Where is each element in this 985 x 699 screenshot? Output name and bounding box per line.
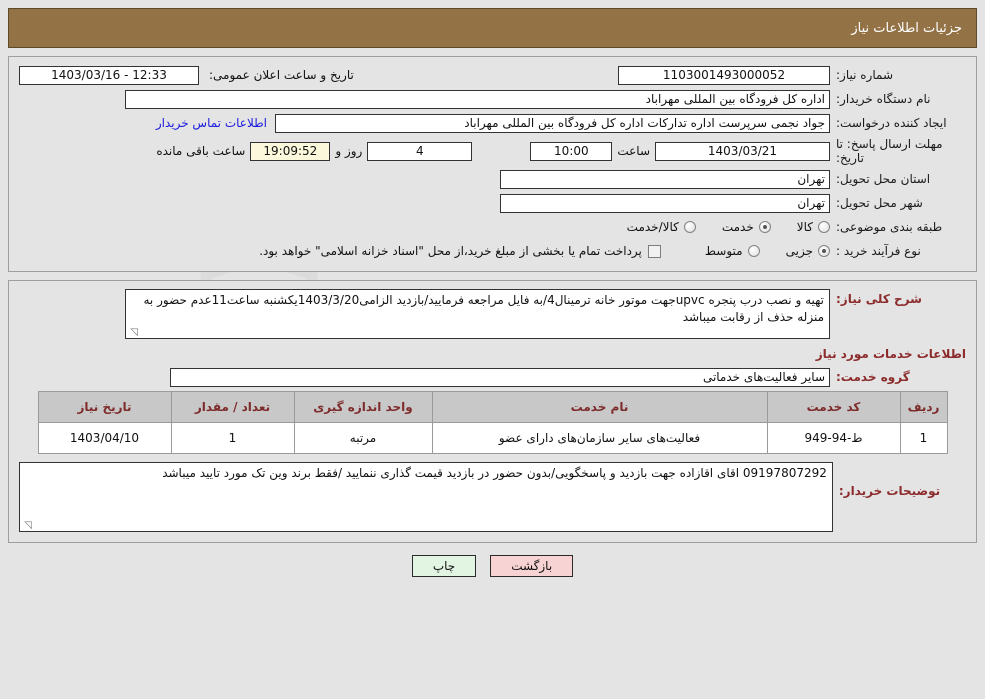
col-quantity: تعداد / مقدار (170, 391, 295, 423)
category-option-goods[interactable]: کالا (797, 220, 830, 234)
service-group-value: سایر فعالیت‌های خدماتی (170, 367, 830, 387)
process-option-medium-label: متوسط (704, 244, 743, 258)
description-panel: شرح کلی نیاز: تهیه و نصب درب پنجره upvcج… (8, 280, 977, 543)
radio-icon[interactable] (818, 221, 830, 233)
col-date: تاریخ نیاز (37, 391, 172, 423)
resize-grip-icon[interactable]: ◹ (128, 328, 138, 338)
col-unit: واحد اندازه گیری (293, 391, 433, 423)
time-remaining-value: 19:09:52 (250, 141, 331, 161)
public-announce-label: تاریخ و ساعت اعلان عمومی: (209, 68, 354, 82)
category-option-goods-service[interactable]: کالا/خدمت (627, 220, 696, 234)
radio-icon[interactable] (747, 245, 760, 257)
province-value: تهران (500, 169, 830, 189)
row-requester: ایجاد کننده درخواست: جواد نجمی سرپرست اد… (19, 113, 966, 133)
table-row: 1 ط-94-949 فعالیت‌های سایر سازمان‌های دا… (37, 422, 948, 454)
print-button[interactable]: چاپ (411, 555, 477, 577)
row-deadline: مهلت ارسال پاسخ: تا تاریخ: 1403/03/21 سا… (19, 137, 966, 165)
treasury-checkbox-row[interactable]: پرداخت تمام یا بخشی از مبلغ خرید،از محل … (259, 244, 661, 258)
deadline-label: مهلت ارسال پاسخ: تا تاریخ: (836, 137, 943, 165)
process-radio-group: جزیی متوسط (679, 244, 830, 258)
public-announce-value: 12:33 - 1403/03/16 (19, 65, 199, 85)
category-option-goods-service-label: کالا/خدمت (626, 220, 679, 234)
row-buyer-notes: توضیحات خریدار: 09197807292 اقای اقازاده… (19, 462, 966, 532)
need-info-panel: شماره نیاز: 1103001493000052 تاریخ و ساع… (8, 56, 977, 272)
cell-index: 1 (899, 422, 948, 454)
category-option-service[interactable]: خدمت (722, 220, 771, 234)
services-table: ردیف کد خدمت نام خدمت واحد اندازه گیری ت… (37, 391, 948, 454)
radio-icon[interactable] (818, 245, 830, 257)
buyer-notes-text: 09197807292 اقای اقازاده جهت بازدید و پا… (162, 466, 827, 480)
col-index: ردیف (899, 391, 948, 423)
treasury-checkbox-label: پرداخت تمام یا بخشی از مبلغ خرید،از محل … (259, 244, 642, 258)
footer-button-bar: بازگشت چاپ (0, 555, 985, 577)
row-description: شرح کلی نیاز: تهیه و نصب درب پنجره upvcج… (19, 289, 966, 339)
row-buyer-org: نام دستگاه خریدار: اداره کل فرودگاه بین … (19, 89, 966, 109)
category-label: طبقه بندی موضوعی: (836, 220, 943, 234)
col-name: نام خدمت (431, 391, 768, 423)
row-service-group: گروه خدمت: سایر فعالیت‌های خدماتی (19, 367, 966, 387)
page-title: جزئیات اطلاعات نیاز (851, 20, 962, 36)
buyer-org-value: اداره کل فرودگاه بین المللی مهراباد (125, 89, 830, 109)
city-value: تهران (500, 193, 830, 213)
back-button[interactable]: بازگشت (490, 555, 574, 577)
buyer-notes-textarea[interactable]: 09197807292 اقای اقازاده جهت بازدید و پا… (19, 462, 833, 532)
deadline-time-value: 10:00 (530, 141, 613, 161)
process-label: نوع فرآیند خرید : (836, 244, 921, 258)
radio-icon[interactable] (683, 221, 696, 233)
process-option-minor-label: جزیی (785, 244, 813, 258)
description-textarea[interactable]: تهیه و نصب درب پنجره upvcجهت موتور خانه … (125, 289, 830, 339)
services-section-title: اطلاعات خدمات مورد نیاز (815, 347, 966, 361)
buyer-contact-link[interactable]: اطلاعات تماس خریدار (148, 116, 275, 130)
need-number-label: شماره نیاز: (836, 68, 893, 82)
cell-date: 1403/04/10 (37, 422, 172, 454)
row-need-number: شماره نیاز: 1103001493000052 تاریخ و ساع… (19, 65, 966, 85)
description-text: تهیه و نصب درب پنجره upvcجهت موتور خانه … (143, 293, 825, 324)
row-city: شهر محل تحویل: تهران (19, 193, 966, 213)
buyer-org-label: نام دستگاه خریدار: (836, 92, 931, 106)
row-process-type: نوع فرآیند خرید : جزیی متوسط پرداخت تمام… (19, 241, 966, 261)
checkbox-icon[interactable] (647, 244, 661, 258)
table-header-row: ردیف کد خدمت نام خدمت واحد اندازه گیری ت… (37, 391, 948, 423)
cell-name: فعالیت‌های سایر سازمان‌های دارای عضو (431, 422, 768, 454)
hour-label: ساعت (617, 144, 650, 158)
province-label: استان محل تحویل: (836, 172, 931, 186)
process-option-medium[interactable]: متوسط (705, 244, 760, 258)
service-group-label: گروه خدمت: (836, 370, 910, 384)
need-number-value: 1103001493000052 (618, 65, 830, 85)
radio-icon[interactable] (758, 221, 771, 233)
cell-quantity: 1 (170, 422, 295, 454)
requester-value: جواد نجمی سرپرست اداره تدارکات اداره کل … (275, 113, 830, 133)
days-remaining-value: 4 (367, 141, 473, 161)
description-label: شرح کلی نیاز: (836, 292, 922, 306)
category-option-goods-label: کالا (796, 220, 813, 234)
page-root: جزئیات اطلاعات نیاز شماره نیاز: 11030014… (0, 8, 985, 577)
col-code: کد خدمت (766, 391, 901, 423)
cell-code: ط-94-949 (766, 422, 901, 454)
process-option-minor[interactable]: جزیی (786, 244, 830, 258)
row-province: استان محل تحویل: تهران (19, 169, 966, 189)
cell-unit: مرتبه (293, 422, 433, 454)
deadline-date-value: 1403/03/21 (655, 141, 830, 161)
row-category: طبقه بندی موضوعی: کالا خدمت کالا/خدمت (19, 217, 966, 237)
remaining-suffix-label: ساعت باقی مانده (156, 144, 246, 158)
requester-label: ایجاد کننده درخواست: (836, 116, 947, 130)
resize-grip-icon[interactable]: ◹ (22, 521, 32, 531)
category-radio-group: کالا خدمت کالا/خدمت (601, 220, 830, 234)
buyer-notes-label: توضیحات خریدار: (838, 484, 941, 498)
page-title-bar: جزئیات اطلاعات نیاز (8, 8, 977, 48)
category-option-service-label: خدمت (721, 220, 754, 234)
days-label: روز و (335, 144, 363, 158)
city-label: شهر محل تحویل: (836, 196, 923, 210)
